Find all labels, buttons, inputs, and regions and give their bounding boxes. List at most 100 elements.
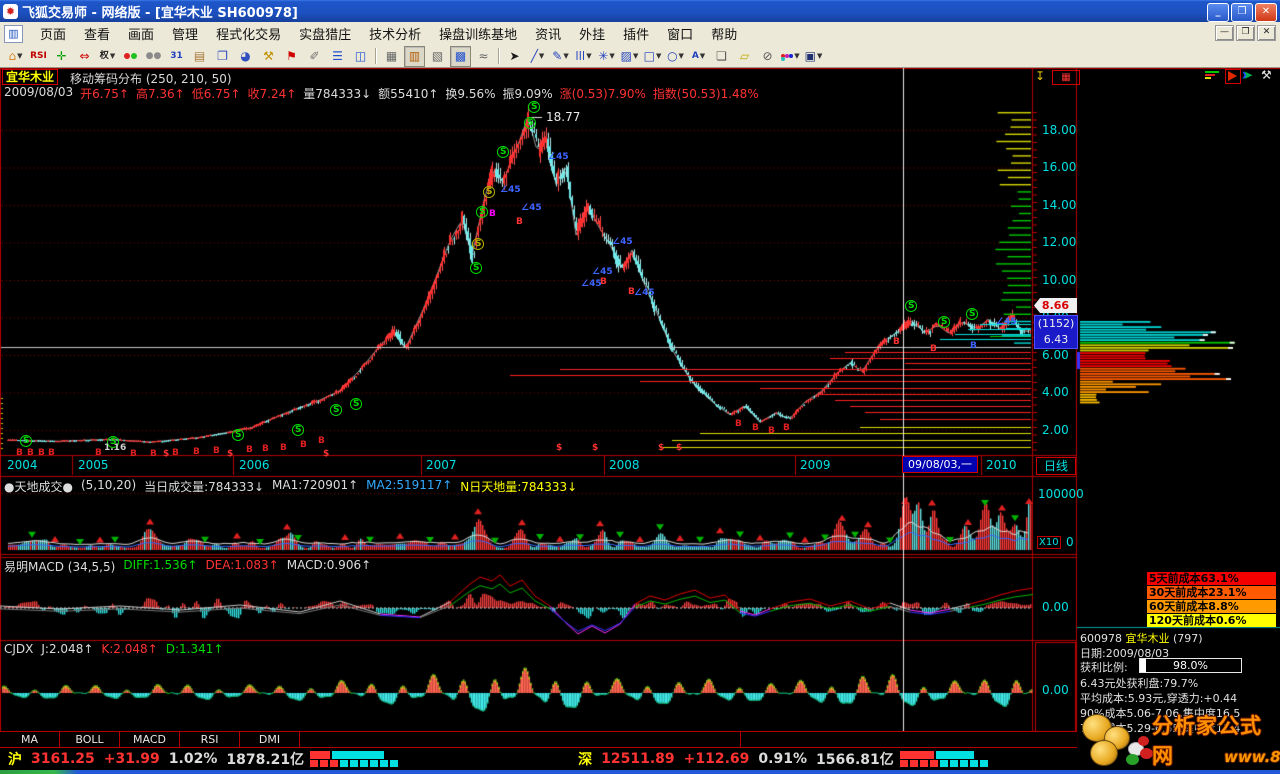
volume-axis-multiplier: X10 <box>1037 536 1061 549</box>
arrow-run-icon[interactable]: ➤ <box>1243 69 1253 82</box>
shenzhen-breadth-widget <box>900 751 988 767</box>
year-tick-label: 2008 <box>609 458 640 472</box>
rsi-indicator-icon[interactable]: RSI <box>28 46 49 67</box>
trade-mark-∠45: ∠45 <box>612 238 633 247</box>
menu-item-实盘猎庄[interactable]: 实盘猎庄 <box>290 22 360 45</box>
menu-item-帮助[interactable]: 帮助 <box>702 22 746 45</box>
menu-item-技术分析[interactable]: 技术分析 <box>360 22 430 45</box>
no-draw-icon[interactable]: ⊘ <box>757 46 778 67</box>
chip-rank-icon[interactable] <box>1205 71 1221 80</box>
eraser-icon[interactable]: ▱ <box>734 46 755 67</box>
menu-item-插件[interactable]: 插件 <box>614 22 658 45</box>
hatch-tool-icon[interactable]: ▨▼ <box>619 46 640 67</box>
chart-type-wave-icon[interactable]: ≈ <box>473 46 494 67</box>
menu-item-外挂[interactable]: 外挂 <box>570 22 614 45</box>
minimize-button[interactable]: _ <box>1207 3 1229 22</box>
alarm-flag-icon[interactable]: ⚑ <box>281 46 302 67</box>
mdi-restore-button[interactable]: ❐ <box>1236 25 1255 41</box>
trade-mark-B: B <box>318 437 325 446</box>
mouse-pen-icon[interactable]: ✐ <box>304 46 325 67</box>
mdi-close-button[interactable]: ✕ <box>1257 25 1276 41</box>
menu-item-管理[interactable]: 管理 <box>163 22 207 45</box>
menu-item-页面[interactable]: 页面 <box>31 22 75 45</box>
readout-segment: 低6.75↑ <box>192 85 241 102</box>
chart-type-grid-icon[interactable]: ▦ <box>381 46 402 67</box>
quote-list-icon[interactable]: ☰ <box>327 46 348 67</box>
search-chart-icon[interactable]: ◕ <box>235 46 256 67</box>
split-window-icon[interactable]: ◫ <box>350 46 371 67</box>
volume-axis-zero: 0 <box>1066 535 1074 549</box>
open-book-icon[interactable]: ❐ <box>212 46 233 67</box>
chart-page-icon[interactable]: ▥ <box>4 25 23 43</box>
trend-tool-icon[interactable]: ✎▼ <box>550 46 571 67</box>
trade-mark-B: B <box>893 338 900 347</box>
rights-adjust-icon[interactable]: 权▼ <box>97 46 118 67</box>
cost-price-badge: (1152) 6.43 <box>1034 315 1078 349</box>
year-tick-label: 2006 <box>239 458 270 472</box>
taskbar-strip <box>0 770 78 774</box>
shanghai-breadth-widget <box>310 751 398 767</box>
readout-segment: 2009/08/03 <box>4 85 73 102</box>
readout-segment: 换9.56% <box>445 85 495 102</box>
rays-tool-icon[interactable]: ✳▼ <box>596 46 617 67</box>
copy-icon[interactable]: ❏ <box>711 46 732 67</box>
stock-name-box[interactable]: 宜华木业 <box>2 69 58 85</box>
trade-mark-B: B <box>150 450 157 459</box>
trade-mark-B: B <box>768 427 775 436</box>
chart-type-area-icon[interactable]: ▧ <box>427 46 448 67</box>
line-tool-icon[interactable]: ╱▼ <box>527 46 548 67</box>
chart-type-compare-icon[interactable]: ▩ <box>450 46 471 67</box>
vlines-tool-icon[interactable]: |||▼ <box>573 46 594 67</box>
readout-segment: K:2.048↑ <box>101 642 157 656</box>
rect-tool-icon[interactable]: □▼ <box>642 46 663 67</box>
price-tick-label: 10.00 <box>1042 273 1076 287</box>
save-icon[interactable]: ▣▼ <box>803 46 824 67</box>
close-button[interactable]: ✕ <box>1255 3 1277 22</box>
feihu-trader-window: ✹ 飞狐交易师 - 网络版 - [宜华木业 SH600978] _ ❐ ✕ ▥ … <box>0 0 1280 774</box>
trade-mark-∠45: ∠45 <box>521 204 542 213</box>
tools-hammer-icon[interactable]: ⚒ <box>258 46 279 67</box>
readout-segment: MA2:519117↑ <box>366 478 452 495</box>
grid-box-icon[interactable]: ▦ <box>1052 70 1080 85</box>
readout-segment: 易明MACD (34,5,5) <box>4 558 115 575</box>
open-page-icon[interactable]: ⌂▼ <box>5 46 26 67</box>
palette-icon[interactable]: ▼ <box>780 46 801 67</box>
tab-MA[interactable]: MA <box>0 732 60 747</box>
menu-item-窗口[interactable]: 窗口 <box>658 22 702 45</box>
menu-item-查看[interactable]: 查看 <box>75 22 119 45</box>
move-cross-icon[interactable]: ✛ <box>51 46 72 67</box>
trade-mark-∠45: ∠45 <box>500 186 521 195</box>
menu-item-画面[interactable]: 画面 <box>119 22 163 45</box>
restore-button[interactable]: ❐ <box>1231 3 1253 22</box>
trade-mark-B: B <box>27 449 34 458</box>
chart-type-bar-icon[interactable]: ▥ <box>404 46 425 67</box>
tab-MACD[interactable]: MACD <box>120 732 180 747</box>
toolbar-separator <box>498 48 500 64</box>
tab-RSI[interactable]: RSI <box>180 732 240 747</box>
text-tool-icon[interactable]: A▼ <box>688 46 709 67</box>
period-selector[interactable]: 日线 <box>1036 457 1076 475</box>
books-icon[interactable]: ▤ <box>189 46 210 67</box>
trade-mark-B: B <box>489 210 496 219</box>
tab-DMI[interactable]: DMI <box>240 732 300 747</box>
cursor-arrow-icon[interactable]: ➤ <box>504 46 525 67</box>
scroll-down-icon[interactable]: ↧ <box>1035 70 1045 83</box>
mdi-minimize-button[interactable]: — <box>1215 25 1234 41</box>
traffic-light-icon[interactable] <box>120 46 141 67</box>
ellipse-tool-icon[interactable]: ○▼ <box>665 46 686 67</box>
calendar-31-icon[interactable]: 31 <box>166 46 187 67</box>
year-tick-label: 2009 <box>800 458 831 472</box>
trade-mark-B: B <box>930 345 937 354</box>
trade-mark-B: B <box>193 448 200 457</box>
analysis-flag-icon[interactable] <box>1225 69 1241 84</box>
menu-item-程式化交易[interactable]: 程式化交易 <box>207 22 290 45</box>
tab-BOLL[interactable]: BOLL <box>60 732 120 747</box>
link-dots-icon[interactable]: ●● <box>143 46 164 67</box>
hammer-tools-icon[interactable]: ⚒ <box>1261 69 1272 82</box>
menu-item-资讯[interactable]: 资讯 <box>526 22 570 45</box>
menu-item-操盘训练基地[interactable]: 操盘训练基地 <box>430 22 526 45</box>
chip-info-line: 600978 宜华木业 (797) <box>1080 630 1203 646</box>
price-tick-label: 6.00 <box>1042 348 1069 362</box>
switch-arrows-icon[interactable]: ⇔ <box>74 46 95 67</box>
trade-mark-1.16: 1.16 <box>104 444 126 453</box>
